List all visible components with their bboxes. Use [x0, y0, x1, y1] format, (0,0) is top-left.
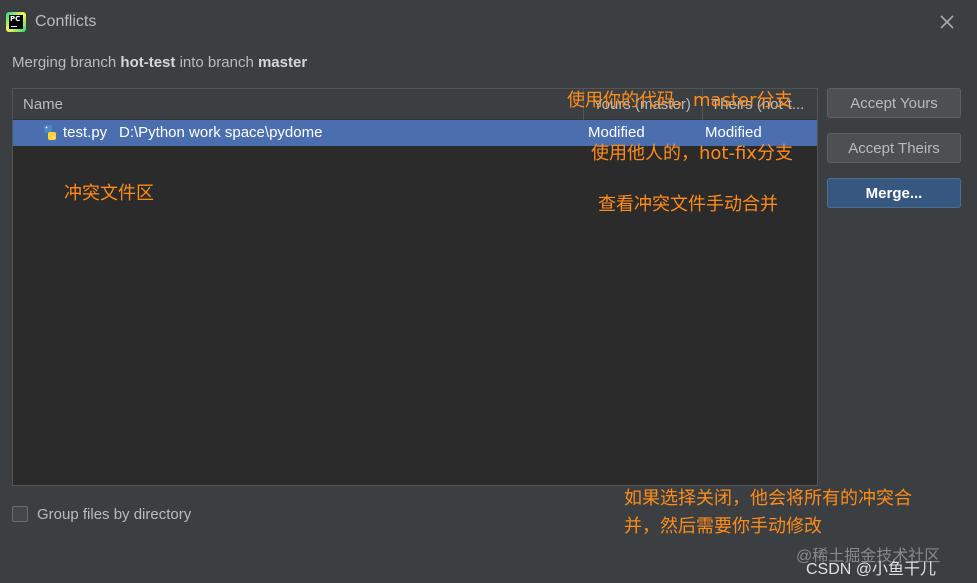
- target-branch: master: [257, 54, 308, 71]
- close-button[interactable]: [936, 11, 958, 33]
- pycharm-app-icon: PC: [6, 12, 26, 32]
- merge-button[interactable]: Merge...: [827, 178, 961, 208]
- annotation-conflict-area: 冲突文件区: [64, 183, 154, 204]
- column-header-name[interactable]: Name: [23, 96, 63, 113]
- annotation-use-yours: 使用你的代码，master分支: [567, 90, 793, 111]
- annotation-close-note-line2: 并，然后需要你手动修改: [624, 516, 822, 537]
- group-files-checkbox[interactable]: [12, 506, 28, 522]
- python-file-icon: [44, 125, 56, 140]
- group-files-label[interactable]: Group files by directory: [37, 506, 191, 523]
- close-icon: [940, 15, 954, 29]
- watermark-author: CSDN @小鱼干儿: [806, 561, 937, 578]
- app-icon-text: PC: [9, 15, 23, 29]
- accept-theirs-button[interactable]: Accept Theirs: [827, 133, 961, 163]
- source-branch: hot-test: [120, 54, 176, 71]
- accept-yours-button[interactable]: Accept Yours: [827, 88, 961, 118]
- annotation-manual-merge: 查看冲突文件手动合并: [598, 194, 778, 215]
- merge-description-middle: into branch: [175, 54, 258, 71]
- dialog-title: Conflicts: [35, 13, 97, 30]
- merge-description: Merging branch hot-test into branch mast…: [12, 54, 307, 71]
- file-name: test.py: [63, 124, 108, 141]
- annotation-use-theirs: 使用他人的，hot-fix分支: [591, 143, 793, 164]
- file-path: D:\Python work space\pydome: [119, 124, 323, 141]
- merge-description-prefix: Merging branch: [12, 54, 121, 71]
- annotation-close-note-line1: 如果选择关闭，他会将所有的冲突合: [624, 488, 912, 509]
- title-bar: PC Conflicts: [0, 0, 977, 44]
